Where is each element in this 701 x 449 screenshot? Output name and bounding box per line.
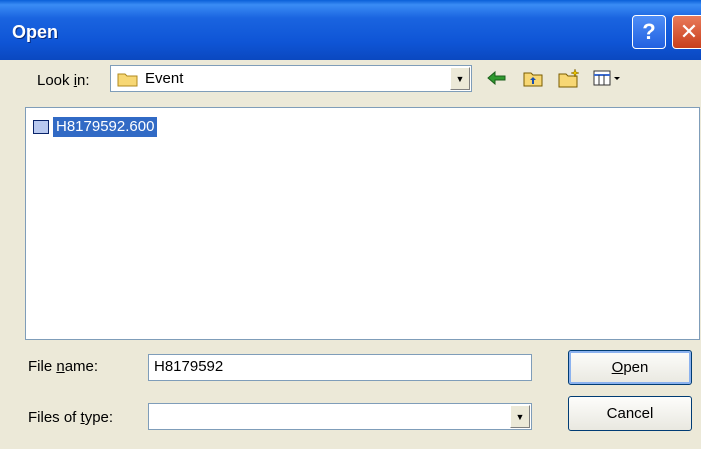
back-arrow-icon [487,71,506,85]
close-icon: ✕ [679,19,699,44]
folder-icon [117,73,138,87]
up-folder-button[interactable] [520,66,546,90]
window-title: Open [12,22,59,42]
back-button[interactable] [484,66,510,90]
chevron-down-icon: ▼ [455,73,465,84]
file-type-select[interactable]: ▼ [148,403,532,430]
chevron-down-icon: ▼ [515,411,525,422]
up-folder-icon [523,72,543,87]
look-in-label: Look in: [37,72,90,89]
file-name-input[interactable]: H8179592 [148,354,532,381]
cancel-button[interactable]: Cancel [568,396,692,431]
file-name-label: File name: [28,358,99,375]
look-in-value: Event [145,70,184,87]
file-list[interactable]: H8179592.600 [25,107,700,340]
help-icon: ? [642,19,656,44]
file-type-dropdown-button[interactable]: ▼ [510,405,530,428]
file-type-label: Files of type: [28,409,114,426]
view-menu-icon [593,70,620,86]
list-item[interactable]: H8179592.600 [33,116,159,138]
view-menu-button[interactable] [592,66,624,90]
help-button[interactable]: ? [632,15,666,49]
file-name: H8179592.600 [51,116,159,138]
new-folder-button[interactable] [556,66,582,90]
close-button[interactable]: ✕ [672,15,701,49]
new-folder-icon [558,68,580,88]
file-icon [33,120,49,134]
look-in-dropdown-button[interactable]: ▼ [450,67,470,90]
title-bar: Open ? ✕ [0,0,701,60]
open-button[interactable]: Open [568,350,692,385]
look-in-combo[interactable]: Event ▼ [110,65,472,92]
